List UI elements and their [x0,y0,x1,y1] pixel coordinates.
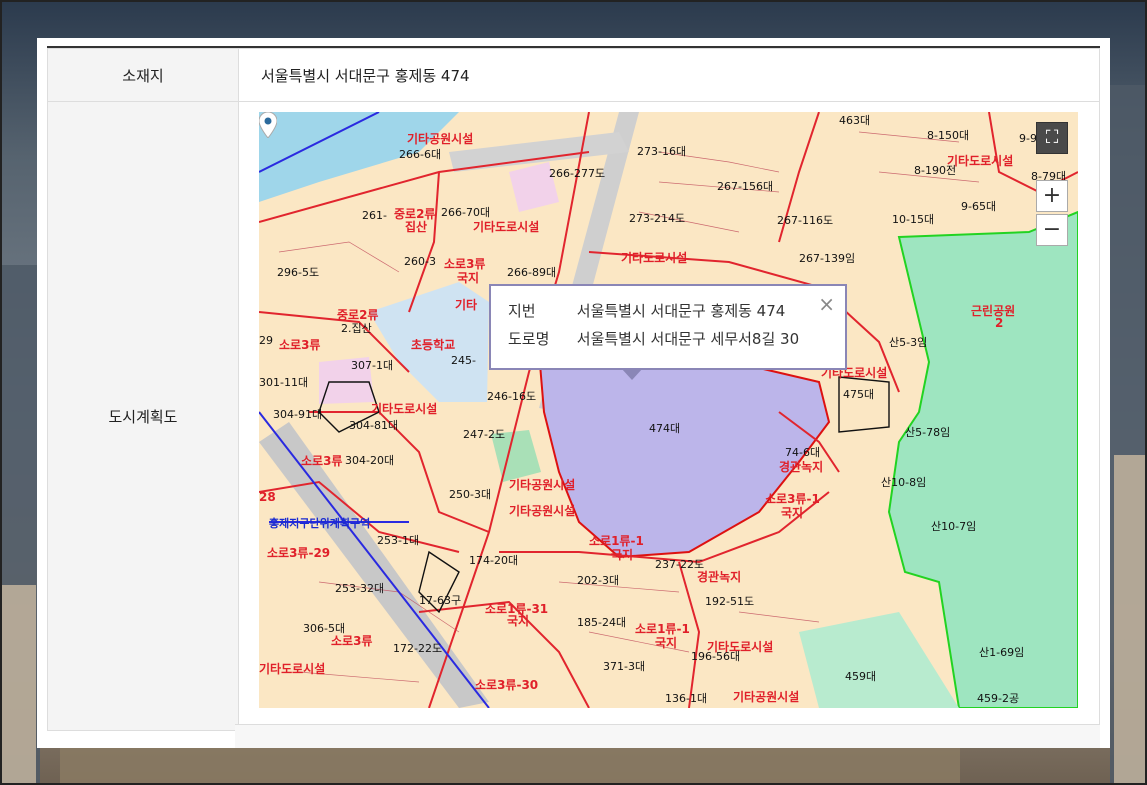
location-pin-icon [259,112,277,138]
road-row: 도로명 서울특별시 서대문구 세무서8길 30 [508,328,799,349]
plan-label: 도시계획도 [47,101,239,731]
location-label: 소재지 [47,48,239,102]
label-park-2: 2 [995,316,1004,330]
label-kitapark-2: 기타공원시설 [509,478,576,492]
road-label: 도로명 [508,330,550,348]
label-196-56: 196-56대 [691,650,741,663]
label-246-16: 246-16도 [487,390,537,403]
label-304-81: 304-81대 [349,419,399,432]
label-kitaroad-2: 기타도로시설 [473,220,540,234]
label-kitaroad-1: 기타도로시설 [947,154,1014,168]
label-park-1: 근린공원 [971,304,1016,318]
label-kitaroad-3: 기타도로시설 [621,251,688,265]
label-474: 474대 [649,422,681,435]
label-174-20: 174-20대 [469,554,519,567]
label-san1-69: 산1-69임 [979,646,1025,659]
label-172-22: 172-22도 [393,642,443,655]
label-soro3g: 소로3류-30 [475,678,539,692]
label-gyeonggwan-2: 경관녹지 [697,570,742,584]
label-267-139: 267-139임 [799,252,856,265]
label-260-3: 260-3 [404,255,436,268]
location-row: 소재지 서울특별시 서대문구 홍제동 474 [47,48,1100,102]
label-17-63: 17-63구 [419,594,462,607]
parcel-popup: 지번 서울특별시 서대문구 홍제동 474 도로명 서울특별시 서대문구 세무서… [489,284,847,380]
zoom-in-button[interactable]: + [1036,180,1068,212]
jibun-label: 지번 [508,302,536,320]
label-267-116: 267-116도 [777,214,834,227]
label-2jipsan: 2.집산 [341,322,372,335]
label-jipsan: 집산 [405,220,428,234]
label-gyeonggwan-1: 경관녹지 [779,460,824,474]
label-soro3b: 소로3류 [279,338,321,352]
label-459-2: 459-2공 [977,692,1020,705]
label-463: 463대 [839,114,871,127]
label-253-1: 253-1대 [377,534,420,547]
label-gukji-1: 국지 [457,271,480,285]
label-296-5: 296-5도 [277,266,320,279]
label-hongje: 홍제지구단위계획구역 [269,517,371,530]
label-san10-8: 산10-8임 [881,476,927,489]
label-253-32: 253-32대 [335,582,385,595]
label-202-3: 202-3대 [577,574,620,587]
label-304-20: 304-20대 [345,454,395,467]
label-475: 475대 [843,388,875,401]
label-san5-78: 산5-78임 [905,426,951,439]
label-gukji-5: 국지 [655,636,678,650]
label-307-1: 307-1대 [351,359,394,372]
fullscreen-icon[interactable]: ⛶ [1036,122,1068,154]
label-304-91: 304-91대 [273,408,323,421]
label-136-1: 136-1대 [665,692,708,705]
label-soro3c: 소로3류 [301,454,343,468]
info-card: 소재지 서울특별시 서대문구 홍제동 474 도시계획도 기타공원시설 266-… [37,38,1110,748]
label-371-3: 371-3대 [603,660,646,673]
label-10-15: 10-15대 [892,213,935,226]
label-266-6: 266-6대 [399,148,442,161]
label-kitaroad-7: 기타도로시설 [259,662,326,676]
label-kita-1: 기타 [455,298,478,312]
jibun-value: 서울특별시 서대문구 홍제동 474 [576,302,786,320]
label-245: 245- [451,354,476,367]
close-icon[interactable]: × [818,292,835,316]
label-250-3: 250-3대 [449,488,492,501]
label-266-89: 266-89대 [507,266,557,279]
label-kitapark-4: 기타공원시설 [733,690,800,704]
label-28: 28 [259,490,276,504]
label-gukji-3: 국지 [611,548,634,562]
label-29: 29 [259,334,273,347]
label-266-277: 266-277도 [549,167,606,180]
label-8-150: 8-150대 [927,129,970,142]
label-gukji-2: 국지 [781,506,804,520]
label-kitaroad-4: 기타도로시설 [371,402,438,416]
label-8-190: 8-190전 [914,164,957,177]
label-185-24: 185-24대 [577,616,627,629]
label-kitapark-3: 기타공원시설 [509,504,576,518]
location-value: 서울특별시 서대문구 홍제동 474 [238,48,1100,102]
label-267-156: 267-156대 [717,180,774,193]
label-247-2: 247-2도 [463,428,506,441]
label-273-214: 273-214도 [629,212,686,225]
road-value: 서울특별시 서대문구 세무서8길 30 [576,330,800,348]
label-san10-7: 산10-7임 [931,520,977,533]
city-plan-map[interactable]: 기타공원시설 266-6대 273-16대 266-277도 267-156대 463대 8… [259,112,1078,708]
jibun-row: 지번 서울특별시 서대문구 홍제동 474 [508,300,785,321]
label-kitapark-1: 기타공원시설 [407,132,474,146]
label-soro3e: 소로3류-29 [267,546,331,560]
label-301-11: 301-11대 [259,376,309,389]
label-school: 초등학교 [411,338,456,352]
label-192-51: 192-51도 [705,595,755,608]
label-459: 459대 [845,670,877,683]
label-soro3f: 소로3류 [331,634,373,648]
label-273-16: 273-16대 [637,145,687,158]
label-9-65: 9-65대 [961,200,997,213]
zoom-out-button[interactable]: − [1036,214,1068,246]
map-footer-row [235,724,1100,748]
label-261: 261- [362,209,387,222]
label-gukji-4: 국지 [507,614,530,628]
label-san5-3: 산5-3임 [889,336,928,349]
